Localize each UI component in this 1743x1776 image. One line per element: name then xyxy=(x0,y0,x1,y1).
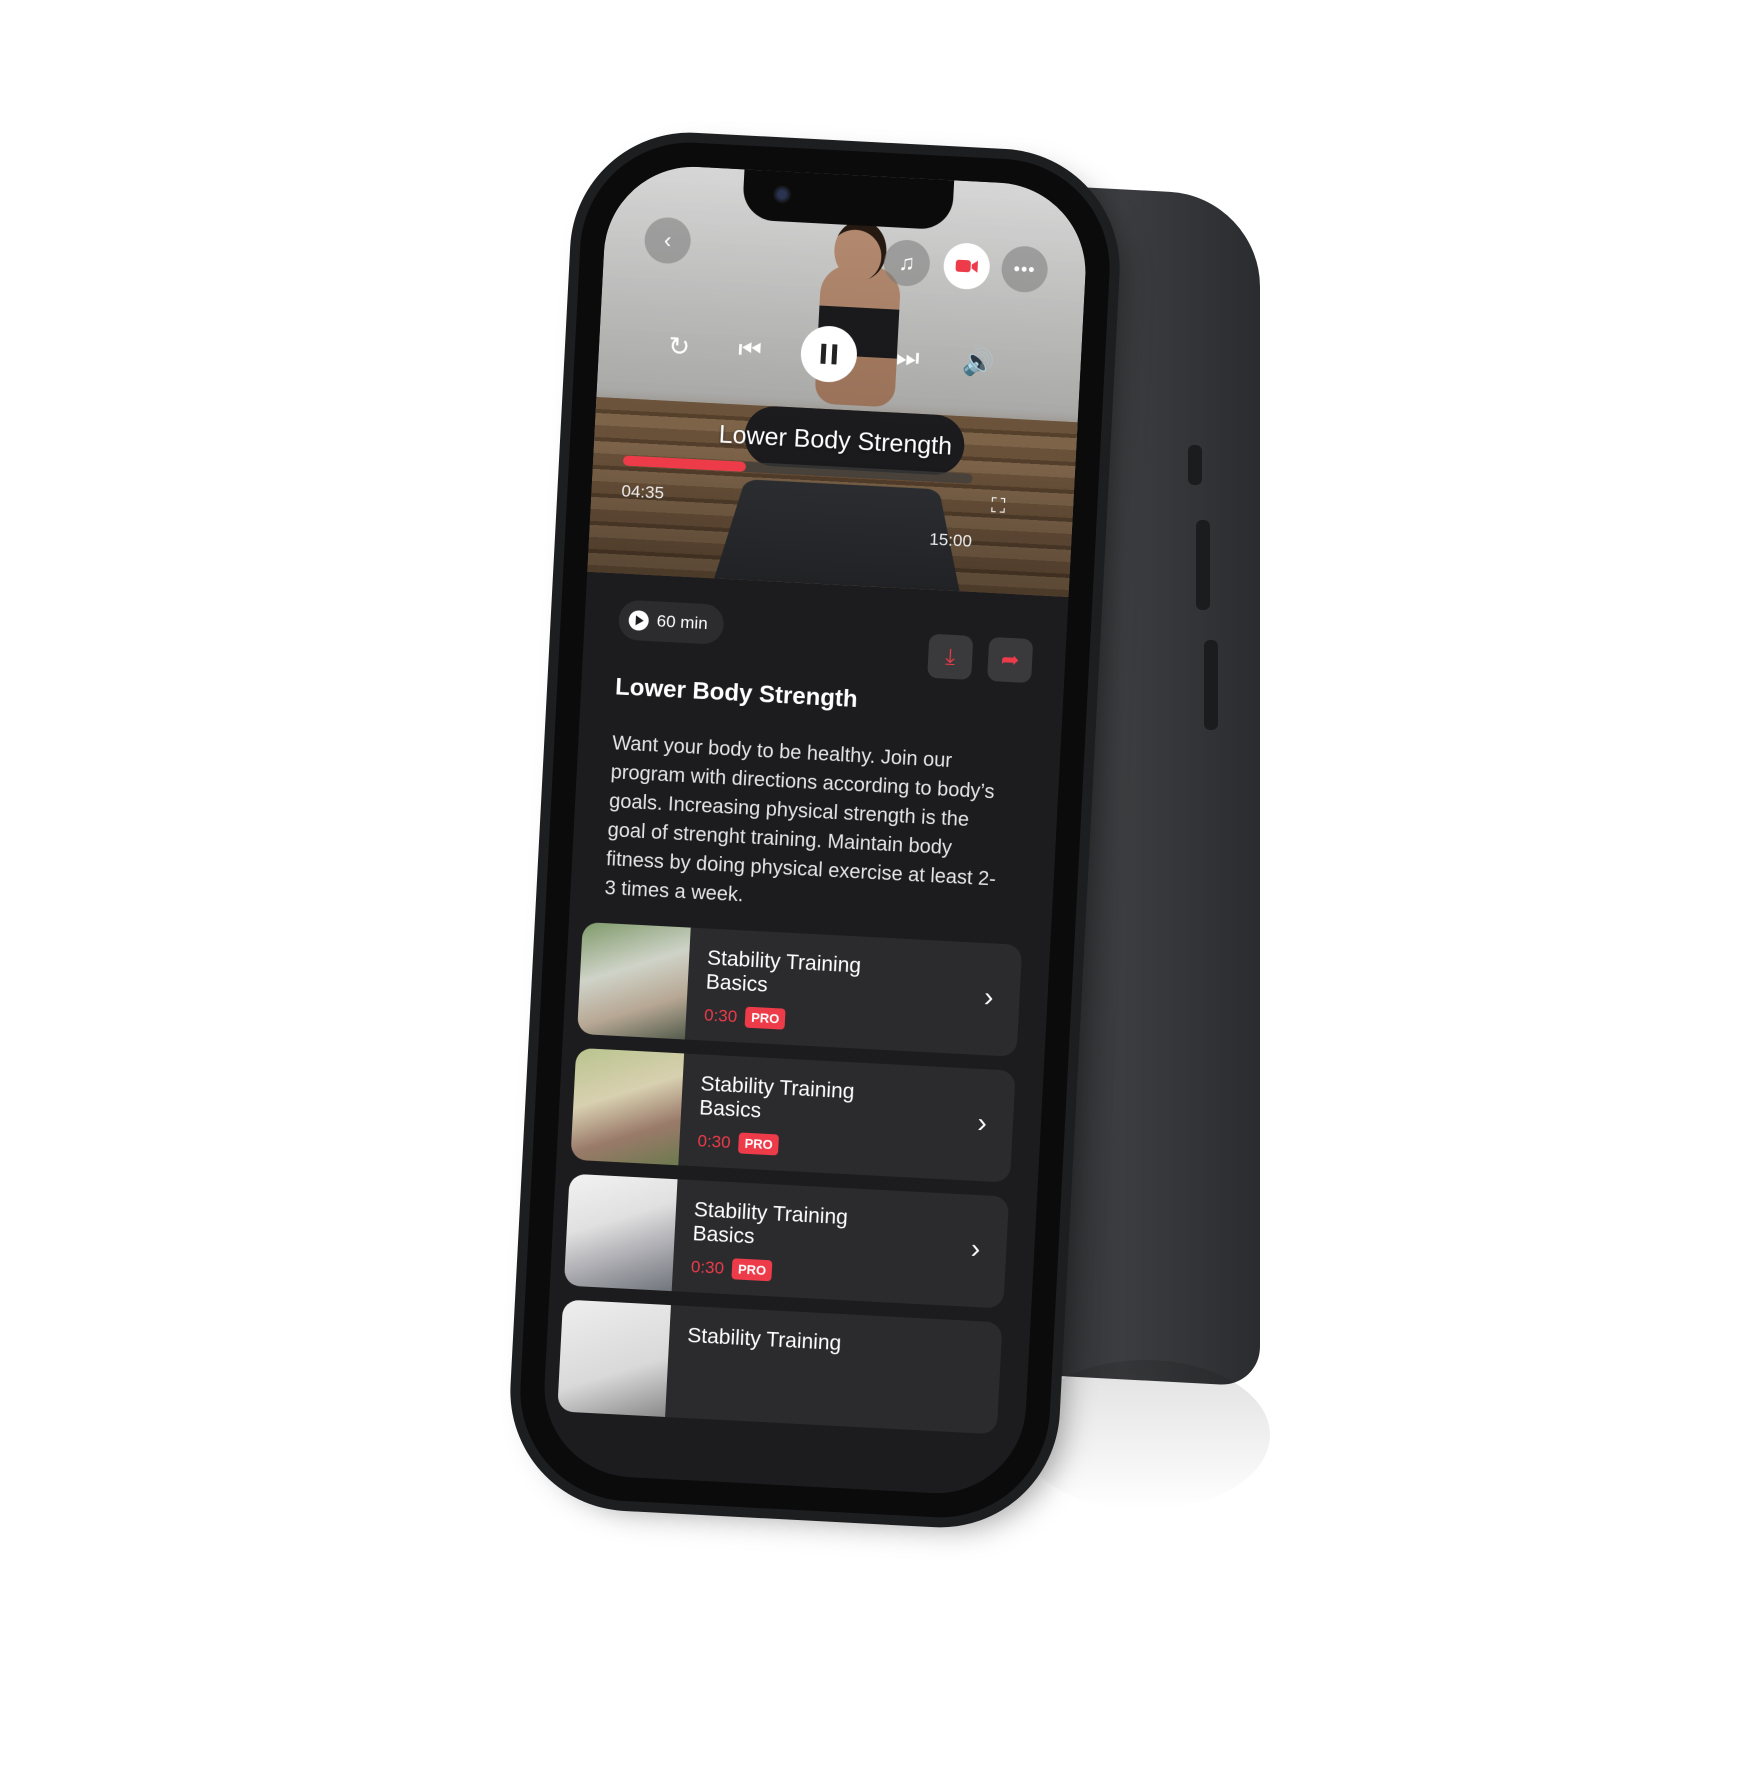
duration-label: 60 min xyxy=(656,611,709,634)
workout-card-title: Stability Training Basics xyxy=(698,1072,856,1123)
workout-card-title: Stability Training Basics xyxy=(692,1198,849,1249)
workout-card-title: Stability Training xyxy=(686,1324,842,1356)
music-icon: ♫ xyxy=(897,249,916,276)
back-icon: ‹ xyxy=(663,227,672,253)
workout-thumbnail xyxy=(570,1047,685,1166)
workout-card-time: 0:30 xyxy=(690,1256,725,1278)
fullscreen-icon[interactable]: ⛶ xyxy=(991,495,1006,519)
previous-button[interactable]: ⏮ xyxy=(729,333,771,367)
video-player[interactable]: ‹ ♫ ••• ↻ ⏮ ⏭ 🔊 Lower Body Strength 04:3… xyxy=(587,162,1091,597)
workout-thumbnail xyxy=(577,921,691,1040)
workout-card-meta: 0:30 PRO xyxy=(703,1004,786,1030)
repeat-button[interactable]: ↻ xyxy=(658,330,700,363)
workout-card[interactable]: Stability Training Basics 0:30 PRO › xyxy=(577,921,1023,1057)
more-icon: ••• xyxy=(1013,258,1037,280)
pro-badge: PRO xyxy=(744,1006,786,1030)
side-button xyxy=(1196,520,1210,610)
play-icon xyxy=(628,609,650,631)
pro-badge: PRO xyxy=(731,1258,773,1282)
workout-card-time: 0:30 xyxy=(703,1004,738,1026)
device-shadow xyxy=(1020,1360,1270,1510)
workout-card[interactable]: Stability Training Basics 0:30 PRO › xyxy=(570,1047,1016,1183)
volume-button[interactable]: 🔊 xyxy=(958,345,1000,378)
workout-thumbnail xyxy=(563,1173,678,1292)
workout-description: Want your body to be healthy. Join our p… xyxy=(604,732,997,907)
workout-card-meta: 0:30 PRO xyxy=(690,1256,773,1282)
workout-card-time: 0:30 xyxy=(697,1130,732,1152)
chevron-right-icon: › xyxy=(983,981,995,1013)
workout-thumbnail xyxy=(557,1299,671,1417)
total-time: 15:00 xyxy=(928,529,973,551)
workout-card-title: Stability Training Basics xyxy=(705,946,862,997)
chevron-right-icon: › xyxy=(970,1232,982,1265)
side-button xyxy=(1204,640,1218,730)
download-icon: ⤓ xyxy=(944,643,956,670)
chevron-right-icon: › xyxy=(976,1106,988,1139)
share-button[interactable]: ➦ xyxy=(987,636,1034,684)
pro-badge: PRO xyxy=(738,1132,780,1156)
repeat-icon: ↻ xyxy=(667,330,691,362)
workout-card[interactable]: Stability Training xyxy=(557,1299,1003,1435)
workout-title: Lower Body Strength xyxy=(614,673,859,714)
pause-icon xyxy=(820,343,838,365)
pause-button[interactable] xyxy=(799,324,859,384)
workout-card-meta: 0:30 PRO xyxy=(697,1130,780,1156)
phone-screen: ‹ ♫ ••• ↻ ⏮ ⏭ 🔊 Lower Body Strength 04:3… xyxy=(539,162,1091,1498)
current-time: 04:35 xyxy=(620,481,665,503)
next-icon: ⏭ xyxy=(895,341,921,373)
side-button xyxy=(1188,445,1202,485)
workout-list: Stability Training Basics 0:30 PRO › Sta… xyxy=(556,921,1023,1448)
duration-chip: 60 min xyxy=(617,599,725,645)
previous-icon: ⏮ xyxy=(737,333,763,365)
next-button[interactable]: ⏭ xyxy=(887,341,929,375)
volume-icon: 🔊 xyxy=(961,345,996,378)
workout-card[interactable]: Stability Training Basics 0:30 PRO › xyxy=(563,1173,1010,1309)
record-icon xyxy=(955,259,979,273)
share-icon: ➦ xyxy=(1000,646,1021,673)
phone-device: ‹ ♫ ••• ↻ ⏮ ⏭ 🔊 Lower Body Strength 04:3… xyxy=(514,137,1116,1523)
front-camera xyxy=(772,184,792,204)
download-button[interactable]: ⤓ xyxy=(927,633,974,680)
